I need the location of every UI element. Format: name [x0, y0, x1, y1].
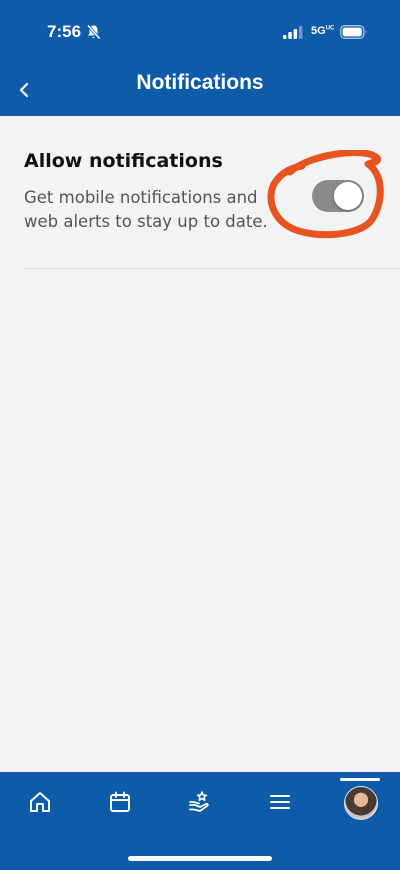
tab-bar	[0, 772, 400, 870]
tab-care[interactable]	[180, 786, 220, 818]
network-type: 5G	[311, 25, 326, 37]
bell-slash-icon	[86, 24, 101, 40]
allow-notifications-setting: Allow notifications Get mobile notificat…	[24, 148, 376, 268]
tab-menu[interactable]	[260, 786, 300, 818]
network-suffix: UC	[325, 25, 335, 32]
care-hand-star-icon	[189, 791, 209, 812]
menu-icon	[270, 795, 290, 809]
tab-home[interactable]	[20, 786, 60, 818]
selected-tab-indicator	[340, 778, 380, 781]
avatar[interactable]	[344, 786, 378, 820]
notifications-toggle[interactable]	[312, 180, 364, 212]
cellular-signal-icon	[283, 26, 303, 39]
home-icon	[30, 792, 50, 812]
status-time: 7:56	[47, 22, 82, 41]
battery-icon	[340, 25, 367, 39]
header: Notifications	[0, 64, 400, 116]
status-bar: 7:56 5GUC	[0, 0, 400, 64]
home-indicator[interactable]	[128, 856, 272, 861]
setting-description: Get mobile notifications and web alerts …	[24, 188, 268, 231]
toggle-knob	[334, 182, 362, 210]
divider	[24, 268, 400, 269]
network-indicator: 5GUC	[311, 25, 334, 37]
page-title: Notifications	[136, 71, 264, 94]
setting-title: Allow notifications	[24, 150, 223, 172]
tab-calendar[interactable]	[100, 786, 140, 818]
calendar-icon	[110, 791, 130, 812]
